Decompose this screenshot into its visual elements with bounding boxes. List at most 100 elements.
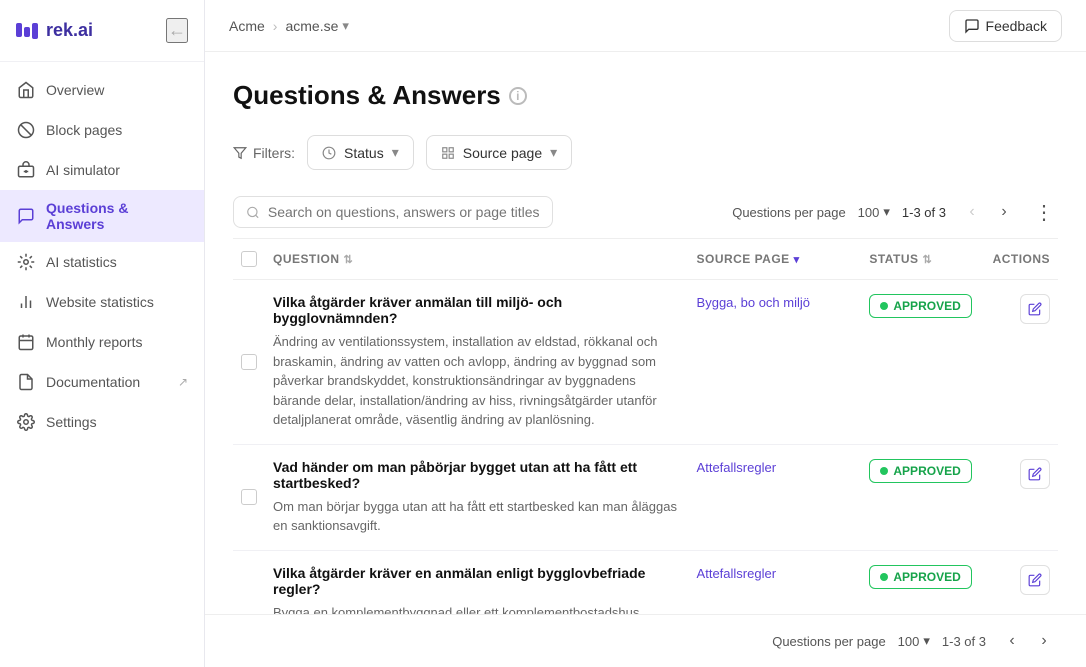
sidebar-item-overview[interactable]: Overview [0, 70, 204, 110]
status-sort-icon: ⇅ [923, 253, 933, 266]
footer-next-page-button[interactable]: › [1030, 627, 1058, 655]
sidebar-item-settings-label: Settings [46, 414, 188, 430]
sidebar-item-monthly-reports-label: Monthly reports [46, 334, 188, 350]
status-badge-0: APPROVED [869, 294, 971, 318]
row-checkbox-0[interactable] [241, 354, 257, 370]
sidebar-item-ai-statistics-label: AI statistics [46, 254, 188, 270]
logo: rek.ai [16, 20, 93, 41]
more-options-button[interactable]: ⋮ [1030, 198, 1058, 226]
source-page-filter-button[interactable]: Source page ▾ [426, 135, 572, 170]
status-filter-icon [322, 146, 336, 160]
ai-stats-icon [16, 252, 36, 272]
block-icon [16, 120, 36, 140]
source-page-cell-2: Attefallsregler [689, 550, 862, 614]
sidebar-item-ai-statistics[interactable]: AI statistics [0, 242, 204, 282]
sidebar-item-website-statistics[interactable]: Website statistics [0, 282, 204, 322]
source-page-sort-button[interactable]: SOURCE PAGE ▾ [697, 252, 800, 266]
questions-per-page-label: Questions per page [732, 205, 845, 220]
logo-text: rek.ai [46, 20, 93, 41]
sidebar-item-questions-answers[interactable]: Questions & Answers [0, 190, 204, 242]
question-title-0: Vilka åtgärder kräver anmälan till miljö… [273, 294, 681, 326]
feedback-icon [964, 18, 980, 34]
website-stats-icon [16, 292, 36, 312]
footer-questions-per-page-label: Questions per page [772, 634, 885, 649]
sidebar-nav: Overview Block pages AI simulator Questi… [0, 62, 204, 667]
source-page-link-2[interactable]: Attefallsregler [697, 566, 776, 581]
search-box[interactable] [233, 196, 553, 228]
sidebar-item-website-statistics-label: Website statistics [46, 294, 188, 310]
info-icon[interactable]: i [509, 87, 527, 105]
footer-page-size-selector[interactable]: 100 ▾ [898, 633, 930, 649]
question-sort-button[interactable]: QUESTION ⇅ [273, 252, 353, 266]
edit-button-0[interactable] [1020, 294, 1050, 324]
footer-page-size-chevron: ▾ [923, 633, 930, 649]
actions-cell-2 [985, 550, 1058, 614]
question-cell-2: Vilka åtgärder kräver en anmälan enligt … [265, 550, 689, 614]
footer-page-range: 1-3 of 3 [942, 634, 986, 649]
row-checkbox-1[interactable] [241, 489, 257, 505]
question-cell-1: Vad händer om man påbörjar bygget utan a… [265, 444, 689, 550]
sidebar-item-ai-simulator[interactable]: AI simulator [0, 150, 204, 190]
status-filter-chevron: ▾ [392, 144, 399, 161]
page-size-value: 100 [858, 205, 880, 220]
source-page-link-1[interactable]: Attefallsregler [697, 460, 776, 475]
prev-page-button[interactable]: ‹ [958, 198, 986, 226]
logo-bar-3 [32, 23, 38, 39]
breadcrumb: Acme › acme.se ▾ [229, 18, 349, 34]
actions-cell-0 [985, 280, 1058, 445]
logo-bar-1 [16, 23, 22, 37]
page-title: Questions & Answers [233, 80, 501, 111]
source-page-filter-label: Source page [463, 145, 542, 161]
status-dot-1 [880, 467, 888, 475]
status-badge-2: APPROVED [869, 565, 971, 589]
breadcrumb-current[interactable]: acme.se ▾ [285, 18, 348, 34]
row-checkbox-cell [233, 280, 265, 445]
search-input[interactable] [268, 204, 540, 220]
status-filter-button[interactable]: Status ▾ [307, 135, 414, 170]
source-page-column-header: SOURCE PAGE ▾ [689, 239, 862, 280]
breadcrumb-root[interactable]: Acme [229, 18, 265, 34]
next-page-button[interactable]: › [990, 198, 1018, 226]
sidebar-item-questions-answers-label: Questions & Answers [46, 200, 188, 232]
row-checkbox-cell [233, 444, 265, 550]
status-dot-0 [880, 302, 888, 310]
status-label-2: APPROVED [893, 570, 960, 584]
table-row: Vilka åtgärder kräver en anmälan enligt … [233, 550, 1058, 614]
sidebar-item-ai-simulator-label: AI simulator [46, 162, 188, 178]
breadcrumb-separator: › [273, 18, 278, 34]
filters-row: Filters: Status ▾ Source page ▾ [233, 135, 1058, 170]
source-page-link-0[interactable]: Bygga, bo och miljö [697, 295, 810, 310]
search-icon [246, 205, 260, 220]
logo-icon [16, 23, 38, 39]
select-all-checkbox[interactable] [241, 251, 257, 267]
footer-page-size-value: 100 [898, 634, 920, 649]
content-area: Questions & Answers i Filters: Status ▾ … [205, 52, 1086, 614]
footer-prev-page-button[interactable]: ‹ [998, 627, 1026, 655]
edit-button-2[interactable] [1020, 565, 1050, 595]
feedback-label: Feedback [986, 18, 1047, 34]
table-toolbar: Questions per page 100 ▾ 1-3 of 3 ‹ › ⋮ [233, 186, 1058, 239]
select-all-header [233, 239, 265, 280]
pagination-info: Questions per page 100 ▾ 1-3 of 3 ‹ › ⋮ [732, 198, 1058, 226]
home-icon [16, 80, 36, 100]
sidebar-item-settings[interactable]: Settings [0, 402, 204, 442]
edit-button-1[interactable] [1020, 459, 1050, 489]
filter-icon [233, 146, 247, 160]
sidebar-item-documentation[interactable]: Documentation ↗ [0, 362, 204, 402]
feedback-button[interactable]: Feedback [949, 10, 1062, 42]
topbar: Acme › acme.se ▾ Feedback [205, 0, 1086, 52]
sidebar-item-block-pages[interactable]: Block pages [0, 110, 204, 150]
source-page-filter-icon [441, 146, 455, 160]
sidebar-item-monthly-reports[interactable]: Monthly reports [0, 322, 204, 362]
status-sort-button[interactable]: STATUS ⇅ [869, 252, 932, 266]
pagination-buttons: ‹ › [958, 198, 1018, 226]
table-row: Vilka åtgärder kräver anmälan till miljö… [233, 280, 1058, 445]
sidebar-collapse-button[interactable]: ← [166, 18, 188, 43]
table-header-row: QUESTION ⇅ SOURCE PAGE ▾ [233, 239, 1058, 280]
footer-pagination-buttons: ‹ › [998, 627, 1058, 655]
breadcrumb-current-label: acme.se [285, 18, 338, 34]
page-size-selector[interactable]: 100 ▾ [858, 204, 890, 220]
row-checkbox-cell [233, 550, 265, 614]
sidebar-item-overview-label: Overview [46, 82, 188, 98]
settings-icon [16, 412, 36, 432]
